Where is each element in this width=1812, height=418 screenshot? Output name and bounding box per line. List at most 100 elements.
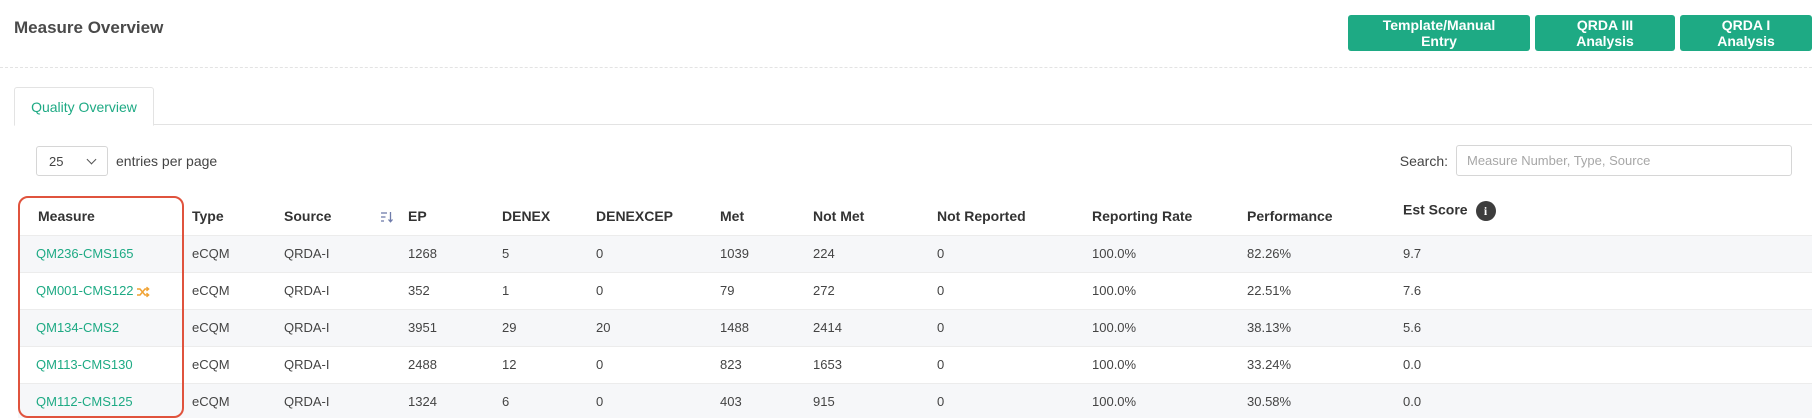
cell-reporting-rate: 100.0% [1092,308,1247,346]
column-header-type[interactable]: Type [192,197,284,235]
cell-denexcep: 20 [596,308,720,346]
cell-source: QRDA-I [284,271,408,309]
column-header-not-reported[interactable]: Not Reported [937,197,1092,235]
search-label: Search: [1399,152,1448,169]
cell-not-reported: 0 [937,234,1092,272]
cell-type: eCQM [192,271,284,309]
cell-not-met: 272 [813,271,937,309]
qrda-iii-analysis-button[interactable]: QRDA III Analysis [1535,15,1675,51]
cell-type: eCQM [192,234,284,272]
cell-type: eCQM [192,308,284,346]
column-header-source[interactable]: Source [284,197,380,235]
cell-met: 403 [720,382,813,418]
table-row: QM113-CMS130 eCQM QRDA-I 2488 12 0 823 1… [18,345,1812,383]
entries-label: entries per page [116,153,218,169]
column-header-performance[interactable]: Performance [1247,197,1403,235]
cell-denex: 1 [502,271,596,309]
column-header-reporting-rate[interactable]: Reporting Rate [1092,197,1247,235]
column-header-met[interactable]: Met [720,197,813,235]
qrda-i-analysis-button[interactable]: QRDA I Analysis [1680,15,1812,51]
cell-met: 823 [720,345,813,383]
cell-not-met: 1653 [813,345,937,383]
column-sort-control[interactable] [380,197,408,235]
measure-link[interactable]: QM134-CMS2 [36,320,119,335]
cell-ep: 2488 [408,345,502,383]
cell-not-reported: 0 [937,382,1092,418]
table-row: QM112-CMS125 eCQM QRDA-I 1324 6 0 403 91… [18,382,1812,418]
cell-reporting-rate: 100.0% [1092,345,1247,383]
cell-ep: 352 [408,271,502,309]
tab-bar: Quality Overview [14,87,1812,126]
column-header-measure[interactable]: Measure [18,197,192,235]
cell-met: 79 [720,271,813,309]
column-header-not-met[interactable]: Not Met [813,197,937,235]
column-header-denex[interactable]: DENEX [502,197,596,235]
measures-table: Measure Type Source EP DENEX DENEXCEP Me… [18,197,1812,418]
cell-denexcep: 0 [596,234,720,272]
info-icon[interactable]: i [1475,201,1496,221]
measures-table-wrapper: Measure Type Source EP DENEX DENEXCEP Me… [18,197,1812,418]
cell-denex: 5 [502,234,596,272]
column-header-est-score-cell: Est Score i [1403,197,1812,235]
table-header-row: Measure Type Source EP DENEX DENEXCEP Me… [18,197,1812,235]
cell-est-score: 9.7 [1403,234,1812,272]
cell-est-score: 0.0 [1403,382,1812,418]
measure-link[interactable]: QM001-CMS122 [36,283,134,298]
cell-source: QRDA-I [284,382,408,418]
page-header: Measure Overview Template/Manual Entry Q… [0,0,1812,68]
cell-denex: 12 [502,345,596,383]
cell-type: eCQM [192,345,284,383]
cell-denexcep: 0 [596,271,720,309]
cell-source: QRDA-I [284,308,408,346]
cell-source: QRDA-I [284,345,408,383]
entries-control: 25 entries per page [36,146,217,176]
cell-reporting-rate: 100.0% [1092,382,1247,418]
cell-ep: 1324 [408,382,502,418]
header-actions: Template/Manual Entry QRDA III Analysis … [1348,15,1812,51]
cell-denexcep: 0 [596,345,720,383]
cell-performance: 30.58% [1247,382,1403,418]
table-row: QM001-CMS122 eCQM QRDA-I 352 1 0 79 272 … [18,271,1812,309]
column-header-est-score[interactable]: Est Score [1403,202,1468,218]
cell-met: 1488 [720,308,813,346]
chevron-down-icon [86,154,97,164]
cell-denex: 6 [502,382,596,418]
template-manual-entry-button[interactable]: Template/Manual Entry [1348,15,1530,51]
measure-link[interactable]: QM113-CMS130 [36,357,133,372]
cell-reporting-rate: 100.0% [1092,271,1247,309]
cell-not-met: 2414 [813,308,937,346]
measure-link[interactable]: QM112-CMS125 [36,394,133,409]
measure-link[interactable]: QM236-CMS165 [36,246,134,261]
cell-performance: 38.13% [1247,308,1403,346]
cell-not-reported: 0 [937,271,1092,309]
search-input[interactable] [1456,145,1792,176]
cell-not-reported: 0 [937,345,1092,383]
entries-per-page-select[interactable]: 25 [36,146,108,176]
cell-type: eCQM [192,382,284,418]
page-title: Measure Overview [14,18,164,37]
cell-performance: 22.51% [1247,271,1403,309]
cell-est-score: 5.6 [1403,308,1812,346]
cell-not-met: 915 [813,382,937,418]
cell-performance: 82.26% [1247,234,1403,272]
cell-source: QRDA-I [284,234,408,272]
cell-not-reported: 0 [937,308,1092,346]
shuffle-icon [136,286,150,297]
cell-not-met: 224 [813,234,937,272]
table-row: QM236-CMS165 eCQM QRDA-I 1268 5 0 1039 2… [18,234,1812,272]
cell-est-score: 7.6 [1403,271,1812,309]
cell-ep: 1268 [408,234,502,272]
cell-reporting-rate: 100.0% [1092,234,1247,272]
cell-denexcep: 0 [596,382,720,418]
entries-value: 25 [49,153,64,169]
cell-denex: 29 [502,308,596,346]
table-row: QM134-CMS2 eCQM QRDA-I 3951 29 20 1488 2… [18,308,1812,346]
cell-ep: 3951 [408,308,502,346]
tab-quality-overview[interactable]: Quality Overview [14,87,154,126]
cell-met: 1039 [720,234,813,272]
column-header-ep[interactable]: EP [408,197,502,235]
sort-icon[interactable] [380,211,394,223]
column-header-denexcep[interactable]: DENEXCEP [596,197,720,235]
search-control: Search: [1400,145,1792,176]
cell-est-score: 0.0 [1403,345,1812,383]
